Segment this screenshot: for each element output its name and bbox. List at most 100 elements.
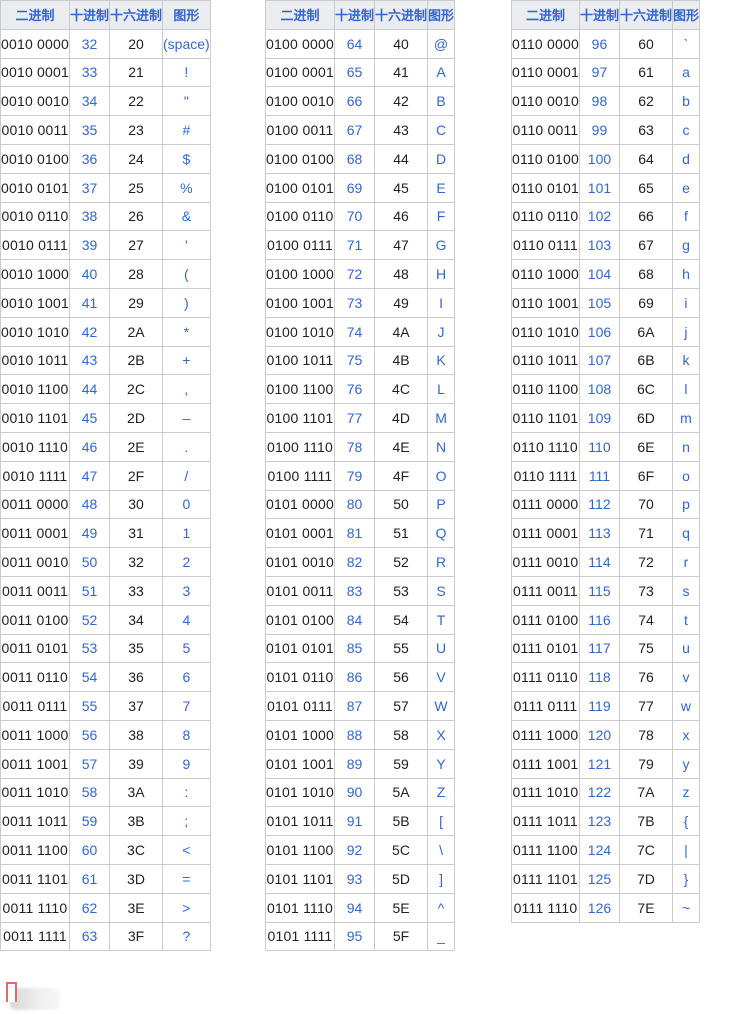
glyph-cell[interactable]: w xyxy=(671,691,701,721)
decimal-cell[interactable]: 62 xyxy=(68,892,111,923)
decimal-cell[interactable]: 48 xyxy=(68,489,111,520)
glyph-cell[interactable]: ; xyxy=(162,806,211,837)
decimal-cell[interactable]: 100 xyxy=(578,143,620,174)
decimal-cell[interactable]: 47 xyxy=(68,460,111,491)
decimal-cell[interactable]: 57 xyxy=(68,748,111,779)
decimal-cell[interactable]: 43 xyxy=(68,345,111,376)
glyph-cell[interactable]: 9 xyxy=(162,748,211,779)
glyph-cell[interactable]: n xyxy=(671,431,701,462)
decimal-cell[interactable]: 65 xyxy=(333,57,376,88)
glyph-cell[interactable]: : xyxy=(162,777,211,808)
decimal-cell[interactable]: 118 xyxy=(578,662,620,693)
decimal-cell[interactable]: 119 xyxy=(578,691,620,721)
glyph-cell[interactable]: 2 xyxy=(162,547,211,577)
glyph-cell[interactable]: " xyxy=(162,86,211,117)
glyph-cell[interactable]: ] xyxy=(427,863,456,894)
decimal-cell[interactable]: 79 xyxy=(333,460,376,491)
glyph-cell[interactable]: $ xyxy=(162,143,211,174)
glyph-cell[interactable]: ^ xyxy=(427,892,456,923)
decimal-cell[interactable]: 116 xyxy=(578,604,620,635)
decimal-cell[interactable]: 72 xyxy=(333,259,376,289)
decimal-cell[interactable]: 50 xyxy=(68,547,111,577)
decimal-cell[interactable]: 124 xyxy=(578,835,620,865)
decimal-cell[interactable]: 121 xyxy=(578,748,620,779)
decimal-cell[interactable]: 80 xyxy=(333,489,376,520)
glyph-cell[interactable]: ' xyxy=(162,230,211,261)
decimal-cell[interactable]: 63 xyxy=(68,921,111,952)
glyph-cell[interactable]: m xyxy=(671,403,701,433)
glyph-cell[interactable]: g xyxy=(671,230,701,261)
decimal-cell[interactable]: 56 xyxy=(68,719,111,750)
glyph-cell[interactable]: v xyxy=(671,662,701,693)
glyph-cell[interactable]: W xyxy=(427,691,456,721)
glyph-cell[interactable]: 0 xyxy=(162,489,211,520)
glyph-cell[interactable]: ~ xyxy=(671,892,701,923)
glyph-cell[interactable]: E xyxy=(427,172,456,203)
decimal-cell[interactable]: 93 xyxy=(333,863,376,894)
glyph-cell[interactable]: T xyxy=(427,604,456,635)
decimal-cell[interactable]: 35 xyxy=(68,115,111,145)
glyph-cell[interactable]: k xyxy=(671,345,701,376)
decimal-cell[interactable]: 45 xyxy=(68,403,111,433)
glyph-cell[interactable]: 4 xyxy=(162,604,211,635)
header-decimal[interactable]: 十进制 xyxy=(68,0,111,30)
glyph-cell[interactable]: F xyxy=(427,201,456,232)
glyph-cell[interactable]: I xyxy=(427,287,456,318)
header-glyph[interactable]: 图形 xyxy=(671,0,701,30)
header-hex[interactable]: 十六进制 xyxy=(618,0,673,30)
decimal-cell[interactable]: 49 xyxy=(68,518,111,549)
glyph-cell[interactable]: s xyxy=(671,575,701,606)
decimal-cell[interactable]: 95 xyxy=(333,921,376,952)
glyph-cell[interactable]: j xyxy=(671,316,701,347)
glyph-cell[interactable]: \ xyxy=(427,835,456,865)
glyph-cell[interactable]: C xyxy=(427,115,456,145)
glyph-cell[interactable]: M xyxy=(427,403,456,433)
glyph-cell[interactable]: o xyxy=(671,460,701,491)
glyph-cell[interactable]: < xyxy=(162,835,211,865)
decimal-cell[interactable]: 78 xyxy=(333,431,376,462)
decimal-cell[interactable]: 36 xyxy=(68,143,111,174)
glyph-cell[interactable]: 3 xyxy=(162,575,211,606)
glyph-cell[interactable]: K xyxy=(427,345,456,376)
glyph-cell[interactable]: e xyxy=(671,172,701,203)
glyph-cell[interactable]: # xyxy=(162,115,211,145)
decimal-cell[interactable]: 52 xyxy=(68,604,111,635)
decimal-cell[interactable]: 108 xyxy=(578,374,620,405)
decimal-cell[interactable]: 53 xyxy=(68,633,111,664)
glyph-cell[interactable]: 6 xyxy=(162,662,211,693)
glyph-cell[interactable]: % xyxy=(162,172,211,203)
decimal-cell[interactable]: 61 xyxy=(68,863,111,894)
header-hex[interactable]: 十六进制 xyxy=(108,0,164,30)
decimal-cell[interactable]: 105 xyxy=(578,287,620,318)
header-glyph[interactable]: 图形 xyxy=(162,0,211,30)
decimal-cell[interactable]: 123 xyxy=(578,806,620,837)
decimal-cell[interactable]: 75 xyxy=(333,345,376,376)
glyph-cell[interactable]: 8 xyxy=(162,719,211,750)
glyph-cell[interactable]: / xyxy=(162,460,211,491)
glyph-cell[interactable]: U xyxy=(427,633,456,664)
glyph-cell[interactable]: & xyxy=(162,201,211,232)
glyph-cell[interactable]: _ xyxy=(427,921,456,952)
decimal-cell[interactable]: 97 xyxy=(578,57,620,88)
glyph-cell[interactable]: @ xyxy=(427,28,456,59)
glyph-cell[interactable]: 7 xyxy=(162,691,211,721)
decimal-cell[interactable]: 120 xyxy=(578,719,620,750)
glyph-cell[interactable]: > xyxy=(162,892,211,923)
glyph-cell[interactable]: u xyxy=(671,633,701,664)
glyph-cell[interactable]: J xyxy=(427,316,456,347)
glyph-cell[interactable]: ` xyxy=(671,28,701,59)
decimal-cell[interactable]: 96 xyxy=(578,28,620,59)
glyph-cell[interactable]: b xyxy=(671,86,701,117)
decimal-cell[interactable]: 82 xyxy=(333,547,376,577)
decimal-cell[interactable]: 89 xyxy=(333,748,376,779)
glyph-cell[interactable]: D xyxy=(427,143,456,174)
decimal-cell[interactable]: 113 xyxy=(578,518,620,549)
decimal-cell[interactable]: 109 xyxy=(578,403,620,433)
glyph-cell[interactable]: * xyxy=(162,316,211,347)
glyph-cell[interactable]: 1 xyxy=(162,518,211,549)
glyph-cell[interactable]: L xyxy=(427,374,456,405)
glyph-cell[interactable]: (space) xyxy=(162,28,211,59)
glyph-cell[interactable]: ? xyxy=(162,921,211,952)
glyph-cell[interactable]: ( xyxy=(162,259,211,289)
glyph-cell[interactable]: } xyxy=(671,863,701,894)
